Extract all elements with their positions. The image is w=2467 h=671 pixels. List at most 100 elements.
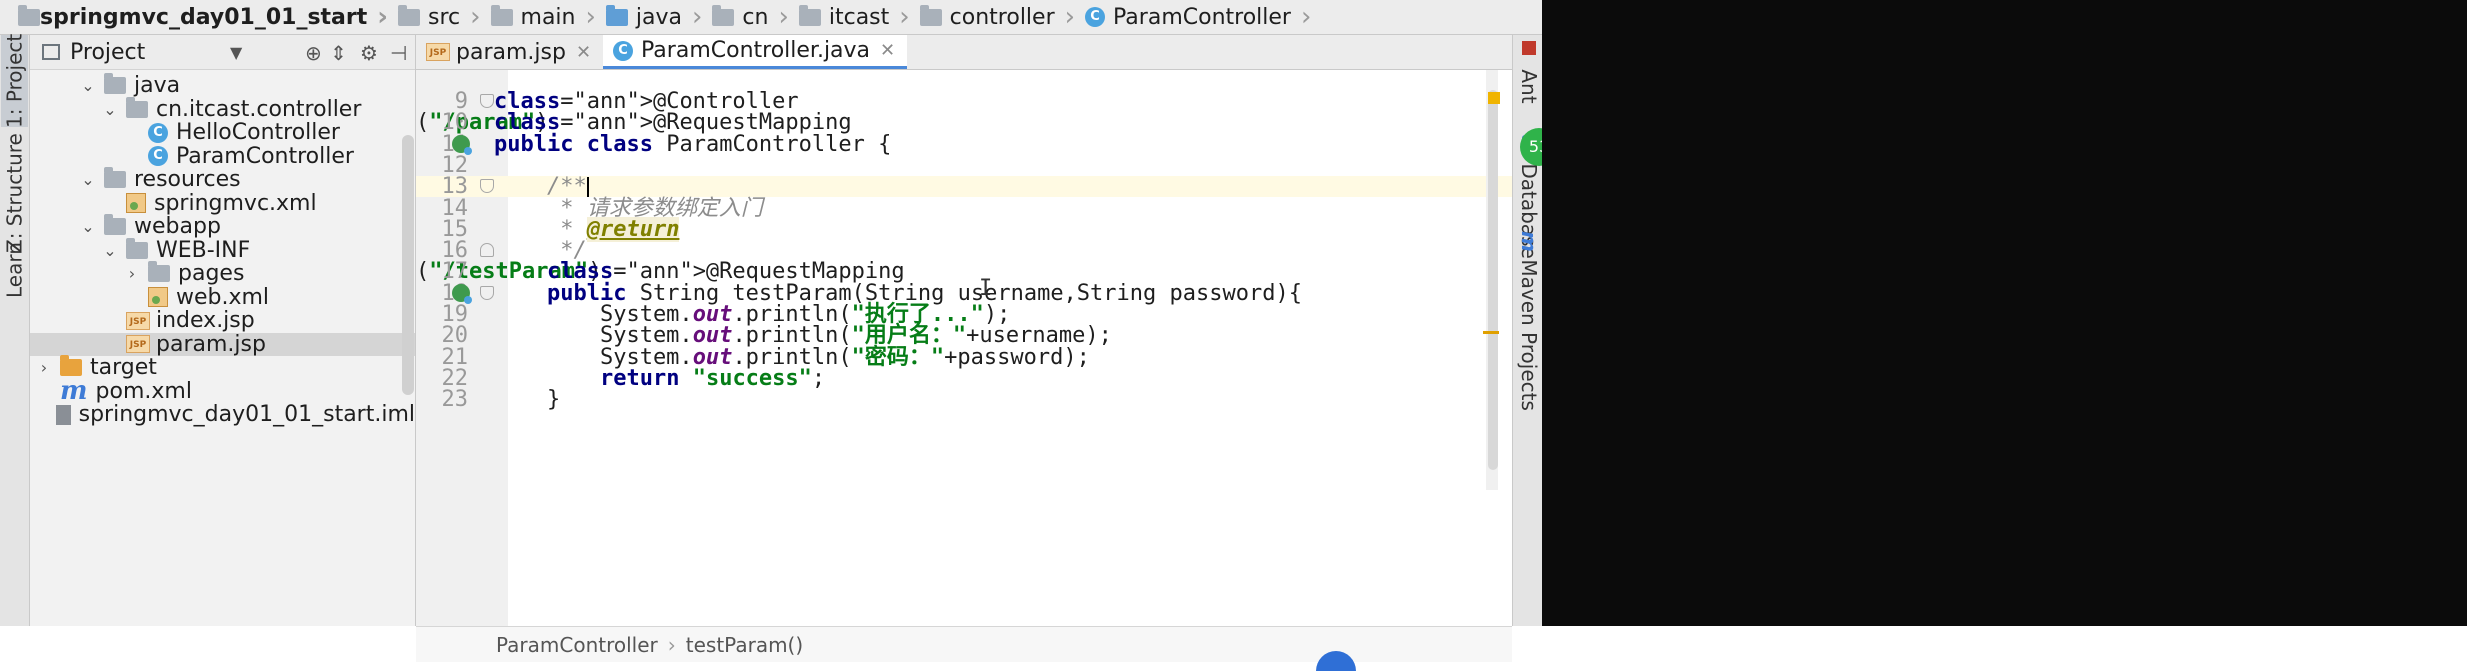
tree-item[interactable]: JSP index.jsp <box>30 308 415 333</box>
code-line[interactable]: 20 System.out.println("用户名："+username); <box>416 325 1512 347</box>
tab-paramcontroller-java[interactable]: C ParamController.java ✕ <box>603 35 908 69</box>
tree-item[interactable]: ⌄ resources <box>30 167 415 192</box>
fold-icon[interactable] <box>480 285 494 300</box>
crumb-itcast[interactable]: itcast › <box>793 0 914 34</box>
tab-param-jsp[interactable]: JSP param.jsp ✕ <box>416 35 603 69</box>
folder-icon <box>60 355 82 376</box>
package-icon <box>919 4 942 26</box>
ant-icon <box>1522 41 1536 55</box>
line-number: 12 <box>441 152 469 178</box>
close-icon[interactable]: ✕ <box>880 40 895 61</box>
code-text: */ <box>494 238 587 264</box>
line-number: 16 <box>441 238 469 264</box>
project-icon <box>42 44 60 60</box>
tree-item[interactable]: m pom.xml <box>30 376 415 406</box>
tree-scrollbar[interactable] <box>402 135 414 395</box>
crumb-main[interactable]: main › <box>485 0 600 34</box>
code-line[interactable]: 16 */ <box>416 238 1512 264</box>
tree-item[interactable]: web.xml <box>30 285 415 310</box>
gear-icon[interactable]: ⚙ <box>360 41 378 65</box>
project-panel-header: Project ▼ ⊕ ⇕ ⚙ ⊣ <box>30 35 415 70</box>
spring-bean-icon[interactable] <box>452 283 472 304</box>
line-number: 23 <box>441 387 469 413</box>
left-tool-strip: 1: Project Z: Structure Learn <box>0 34 30 626</box>
code-text: System.out.println("执行了..."); <box>494 302 1011 327</box>
fold-icon[interactable] <box>480 243 494 258</box>
spring-bean-icon[interactable] <box>452 134 472 155</box>
jsp-icon: JSP <box>126 335 150 353</box>
tab-project[interactable]: 1: Project <box>1 34 28 128</box>
chevron-down-icon[interactable]: ⌄ <box>100 100 120 119</box>
spring-xml-icon <box>126 193 146 213</box>
code-line[interactable]: 22 return "success"; <box>416 365 1512 391</box>
fold-icon[interactable] <box>480 94 494 108</box>
tree-item-label: springmvc.xml <box>154 190 317 216</box>
maven-icon: m <box>1517 231 1541 252</box>
code-line[interactable]: 17 class="ann">@RequestMapping ("/testPar… <box>416 261 1512 283</box>
jsp-icon: JSP <box>126 311 150 330</box>
crumb-java[interactable]: java › <box>600 0 707 34</box>
line-number: 19 <box>441 302 469 327</box>
line-number: 13 <box>441 174 469 200</box>
editor-scrollbar[interactable] <box>1488 90 1498 470</box>
package-icon <box>798 4 821 26</box>
tree-item[interactable]: springmvc.xml <box>30 190 415 216</box>
code-line[interactable]: 13 /** <box>416 174 1512 200</box>
warning-marker[interactable] <box>1483 331 1499 334</box>
code-line[interactable]: 18 public String testParam(String userna… <box>416 280 1512 306</box>
chevron-down-icon[interactable]: ⌄ <box>78 217 98 236</box>
code-line[interactable]: 15 * @return <box>416 216 1512 242</box>
warning-icon[interactable] <box>1488 92 1500 104</box>
chevron-down-icon[interactable]: ⌄ <box>100 241 120 260</box>
code-line[interactable]: 10 class="ann">@RequestMapping ("/param") <box>416 112 1512 134</box>
code-line[interactable]: 19 System.out.println("执行了..."); <box>416 302 1512 327</box>
code-line[interactable]: 23 } <box>416 387 1512 413</box>
tab-maven-projects[interactable]: m Maven Projects <box>1515 231 1541 411</box>
tree-item[interactable]: C ParamController <box>30 144 415 169</box>
code-line[interactable]: 21 System.out.println("密码："+password); <box>416 346 1512 368</box>
crumb-project[interactable]: springmvc_day01_01_start › <box>0 0 392 34</box>
tab-learn[interactable]: Learn <box>1 235 28 305</box>
chevron-down-icon[interactable]: ⌄ <box>78 76 98 95</box>
folder-icon <box>490 4 513 26</box>
tree-item-label: HelloController <box>176 120 340 145</box>
chevron-down-icon[interactable]: ▼ <box>230 43 242 62</box>
hide-panel-icon[interactable]: ⊣ <box>390 41 407 65</box>
code-text: return "success"; <box>599 365 826 391</box>
code-line[interactable]: 9 class="ann">@Controller <box>416 91 1512 113</box>
code-text: public class ParamController { <box>494 131 892 157</box>
chevron-right-icon[interactable]: › <box>122 264 142 283</box>
code-line[interactable]: 14 * 请求参数绑定入门 <box>416 197 1512 219</box>
breadcrumb-class[interactable]: ParamController <box>496 633 658 657</box>
fold-icon[interactable] <box>480 179 494 194</box>
code-text: public String testParam(String username,… <box>546 280 1302 306</box>
tree-item[interactable]: › target <box>30 355 415 380</box>
breadcrumb-method[interactable]: testParam() <box>686 633 803 657</box>
locate-icon[interactable]: ⊕ <box>305 41 322 65</box>
code-line[interactable]: 12 <box>416 152 1512 178</box>
tree-item[interactable]: JSP param.jsp <box>30 332 415 357</box>
code-line[interactable]: 11public class ParamController { <box>416 131 1512 157</box>
crumb-controller[interactable]: controller › <box>914 0 1079 34</box>
tree-item[interactable]: ⌄ java <box>30 73 415 98</box>
crumb-src[interactable]: src › <box>392 0 485 34</box>
crumb-paramcontroller[interactable]: C ParamController › <box>1079 0 1315 34</box>
tree-item[interactable]: C HelloController <box>30 120 415 145</box>
close-icon[interactable]: ✕ <box>576 42 591 63</box>
chevron-right-icon[interactable]: › <box>34 358 54 377</box>
crumb-cn[interactable]: cn › <box>706 0 792 34</box>
tree-item[interactable]: ⌄ WEB-INF <box>30 237 415 263</box>
tree-item-label: pom.xml <box>95 378 192 404</box>
code-text: } <box>494 387 561 413</box>
tab-ant[interactable]: Ant <box>1515 41 1541 104</box>
tree-item[interactable]: › pages <box>30 261 415 286</box>
collapse-all-icon[interactable]: ⇕ <box>330 41 347 65</box>
tree-item-label: WEB-INF <box>156 237 251 263</box>
tree-item[interactable]: ⌄ cn.itcast.controller <box>30 96 415 122</box>
tree-item[interactable]: ⌄ webapp <box>30 214 415 239</box>
chevron-down-icon[interactable]: ⌄ <box>78 170 98 189</box>
class-icon: C <box>613 40 634 61</box>
project-view-selector[interactable]: Project <box>42 40 145 65</box>
tree-item-label: index.jsp <box>156 308 255 333</box>
tree-item[interactable]: springmvc_day01_01_start.iml <box>30 402 415 427</box>
